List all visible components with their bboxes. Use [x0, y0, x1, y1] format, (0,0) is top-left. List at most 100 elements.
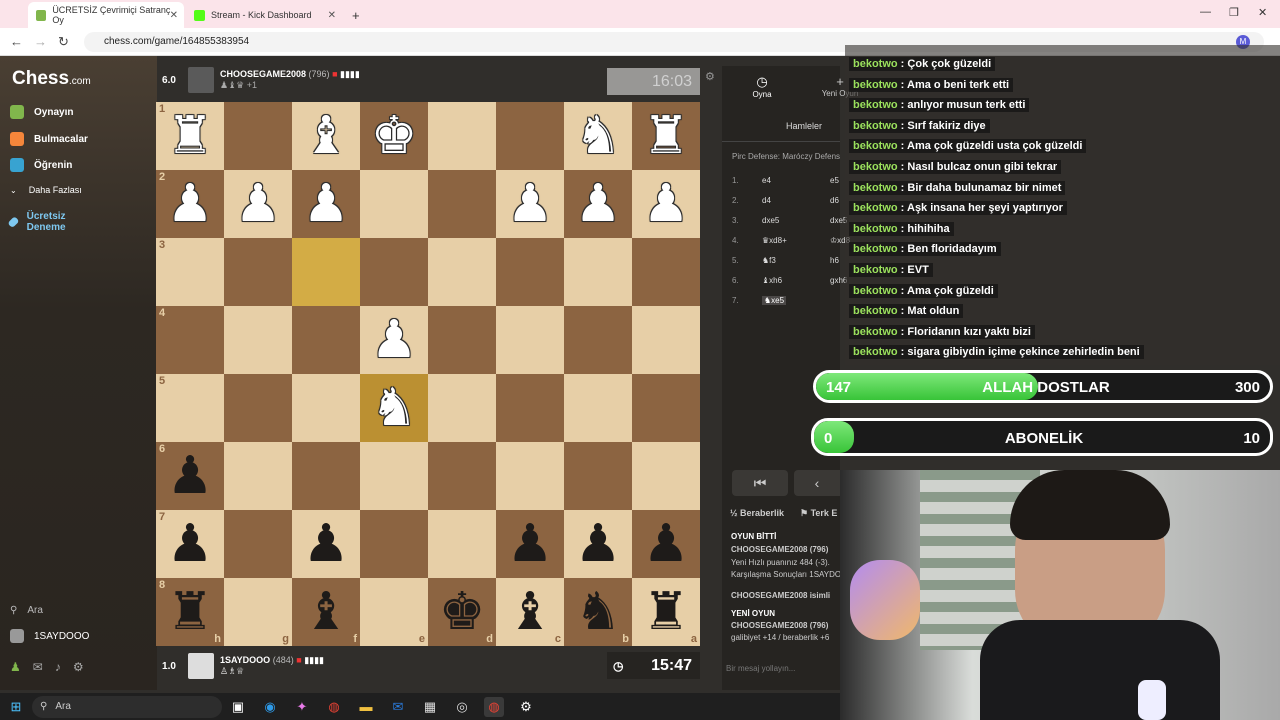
board-square[interactable]: c ♝ — [496, 578, 564, 646]
board-square[interactable] — [428, 510, 496, 578]
gear-icon[interactable]: ⚙ — [73, 660, 84, 674]
edge-icon[interactable]: ◉ — [260, 697, 280, 717]
chat-username[interactable]: bekotwo — [853, 346, 898, 358]
board-square[interactable]: ♝ — [292, 102, 360, 170]
white-move[interactable]: d4 — [762, 196, 771, 205]
black-piece[interactable]: ♞ — [575, 586, 622, 638]
board-square[interactable]: ♟ — [360, 306, 428, 374]
board-square[interactable]: ♟ — [292, 170, 360, 238]
board-square[interactable] — [496, 102, 564, 170]
white-piece[interactable]: ♟ — [507, 178, 554, 230]
top-player-name[interactable]: CHOOSEGAME2008 — [220, 69, 306, 79]
mail-icon[interactable]: ✉ — [33, 660, 43, 674]
board-square[interactable] — [632, 374, 700, 442]
chat-message-input[interactable]: Bir mesaj yollayın... — [726, 664, 795, 673]
tab-kick[interactable]: Stream - Kick Dashboard ✕ — [186, 2, 342, 28]
chat-username[interactable]: bekotwo — [853, 140, 898, 152]
white-piece[interactable]: ♟ — [167, 178, 214, 230]
chat-username[interactable]: bekotwo — [853, 202, 898, 214]
board-square[interactable]: ♟ — [564, 170, 632, 238]
board-square[interactable] — [428, 102, 496, 170]
draw-button[interactable]: ½ Beraberlik — [730, 508, 784, 518]
board-square[interactable]: ♜ — [632, 102, 700, 170]
store-icon[interactable]: ▦ — [420, 697, 440, 717]
sidebar-item-puzzles[interactable]: Bulmacalar — [10, 132, 88, 146]
board-square[interactable] — [360, 442, 428, 510]
tab-moves[interactable]: Hamleler — [786, 121, 822, 131]
opening-name[interactable]: Pirc Defense: Maróczy Defense — [732, 152, 840, 161]
black-piece[interactable]: ♜ — [643, 586, 690, 638]
close-tab-icon[interactable]: ✕ — [170, 10, 178, 21]
sidebar-item-play[interactable]: Oynayın — [10, 105, 73, 119]
board-square[interactable]: f ♝ — [292, 578, 360, 646]
board-square[interactable] — [564, 306, 632, 374]
board-square[interactable]: ♞ — [564, 102, 632, 170]
board-square[interactable] — [428, 306, 496, 374]
black-piece[interactable]: ♝ — [507, 586, 554, 638]
board-square[interactable] — [564, 374, 632, 442]
chat-username[interactable]: bekotwo — [853, 99, 898, 111]
board-square[interactable] — [224, 510, 292, 578]
board-square[interactable]: 8 h ♜ — [156, 578, 224, 646]
chat-username[interactable]: bekotwo — [853, 223, 898, 235]
avatar[interactable] — [188, 653, 214, 679]
close-window-button[interactable]: ✕ — [1258, 6, 1267, 19]
chat-username[interactable]: bekotwo — [853, 285, 898, 297]
black-piece[interactable]: ♝ — [303, 586, 350, 638]
tab-play[interactable]: ◷ Oyna — [742, 74, 782, 99]
reload-button[interactable]: ↻ — [58, 34, 69, 50]
chat-username[interactable]: bekotwo — [853, 79, 898, 91]
board-square[interactable]: d ♚ — [428, 578, 496, 646]
white-move[interactable]: e4 — [762, 176, 771, 185]
chat-username[interactable]: bekotwo — [853, 305, 898, 317]
windows-start-icon[interactable]: ⊞ — [6, 697, 26, 717]
white-move[interactable]: ♛xd8+ — [762, 236, 787, 245]
board-square[interactable]: ♞ — [360, 374, 428, 442]
board-square[interactable]: 6 ♟ — [156, 442, 224, 510]
bottom-player-name[interactable]: 1SAYDOOO — [220, 655, 270, 665]
minimize-button[interactable]: — — [1200, 6, 1211, 18]
back-button[interactable]: ← — [10, 34, 23, 49]
white-piece[interactable]: ♚ — [371, 110, 418, 162]
board-square[interactable]: ♟ — [496, 510, 564, 578]
board-square[interactable] — [632, 306, 700, 374]
white-piece[interactable]: ♜ — [643, 110, 690, 162]
board-square[interactable] — [496, 374, 564, 442]
board-square[interactable]: 3 — [156, 238, 224, 306]
restore-button[interactable]: ❐ — [1229, 6, 1239, 19]
black-piece[interactable]: ♟ — [167, 450, 214, 502]
board-square[interactable] — [292, 442, 360, 510]
sidebar-item-trial[interactable]: Ücretsiz Deneme — [7, 211, 80, 233]
board-square[interactable] — [292, 306, 360, 374]
white-move[interactable]: ♞f3 — [762, 256, 776, 265]
sidebar-item-more[interactable]: ⌄ Daha Fazlası — [10, 185, 82, 195]
resign-button[interactable]: ⚑ Terk E — [800, 508, 837, 519]
board-square[interactable]: 1 ♜ — [156, 102, 224, 170]
chat-username[interactable]: bekotwo — [853, 264, 898, 276]
board-square[interactable]: b ♞ — [564, 578, 632, 646]
previous-move-button[interactable]: ‹ — [794, 470, 840, 496]
white-move[interactable]: dxe5 — [762, 216, 779, 225]
board-square[interactable]: ♟ — [224, 170, 292, 238]
black-piece[interactable]: ♟ — [575, 518, 622, 570]
board-square[interactable]: ♟ — [292, 510, 360, 578]
board-square[interactable]: 2 ♟ — [156, 170, 224, 238]
white-piece[interactable]: ♟ — [575, 178, 622, 230]
close-tab-icon[interactable]: ✕ — [328, 10, 336, 21]
board-square[interactable] — [564, 238, 632, 306]
sidebar-user[interactable]: 1SAYDOOO — [10, 629, 89, 643]
new-tab-button[interactable]: + — [344, 2, 368, 28]
board-square[interactable] — [292, 374, 360, 442]
board-square[interactable] — [632, 442, 700, 510]
mail-icon[interactable]: ✉ — [388, 697, 408, 717]
white-piece[interactable]: ♟ — [643, 178, 690, 230]
board-square[interactable]: ♟ — [632, 510, 700, 578]
board-square[interactable] — [224, 442, 292, 510]
black-piece[interactable]: ♟ — [167, 518, 214, 570]
board-square[interactable] — [292, 238, 360, 306]
chrome-active-icon[interactable]: ◍ — [484, 696, 504, 717]
chat-username[interactable]: bekotwo — [853, 120, 898, 132]
board-square[interactable] — [224, 238, 292, 306]
board-square[interactable] — [428, 170, 496, 238]
forward-button[interactable]: → — [34, 34, 47, 49]
